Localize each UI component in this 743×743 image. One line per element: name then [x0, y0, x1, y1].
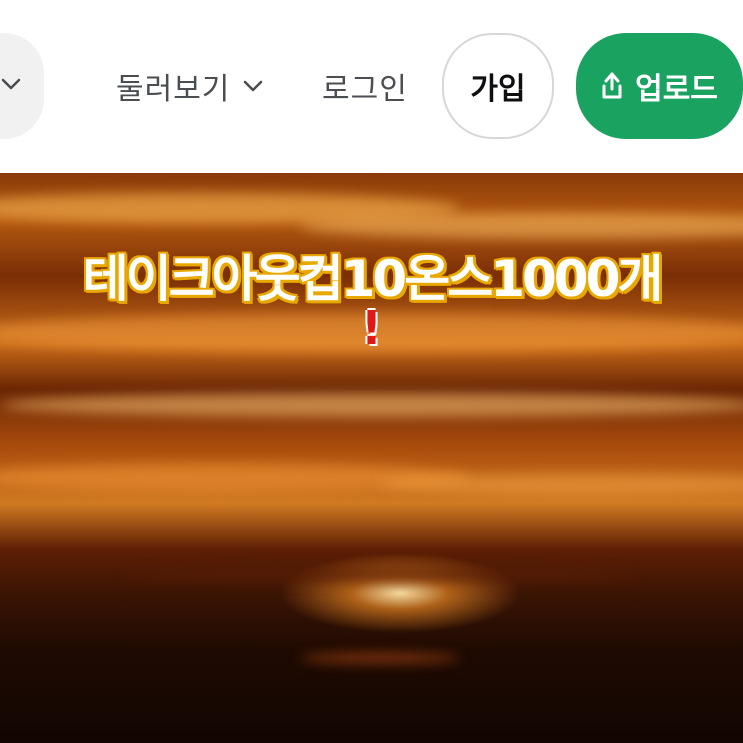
- login-label: 로그인: [322, 72, 408, 107]
- hero-image: 테이크아웃컵10온스1000개 !: [0, 173, 743, 743]
- explore-menu[interactable]: 둘러보기: [116, 62, 264, 110]
- page: 둘러보기 로그인 가입 업로드 테이크아웃컵10온스1000개 !: [0, 0, 743, 743]
- cloud-streak: [300, 653, 460, 663]
- upload-label: 업로드: [635, 72, 718, 107]
- cloud-streak: [0, 393, 743, 417]
- upload-icon: [602, 72, 622, 99]
- join-label: 가입: [470, 72, 526, 107]
- search-category-dropdown[interactable]: [0, 33, 44, 139]
- cloud-streak: [120, 568, 640, 582]
- chevron-down-icon: [1, 78, 21, 90]
- cloud-streak: [300, 213, 743, 239]
- cloud-streak: [380, 473, 743, 495]
- upload-button[interactable]: 업로드: [576, 33, 743, 139]
- chevron-down-icon: [244, 80, 263, 92]
- hero-exclamation: !: [361, 301, 382, 355]
- top-nav: 둘러보기 로그인 가입 업로드: [0, 0, 743, 173]
- join-button[interactable]: 가입: [442, 33, 554, 139]
- explore-label: 둘러보기: [116, 72, 231, 107]
- login-link[interactable]: 로그인: [322, 62, 408, 110]
